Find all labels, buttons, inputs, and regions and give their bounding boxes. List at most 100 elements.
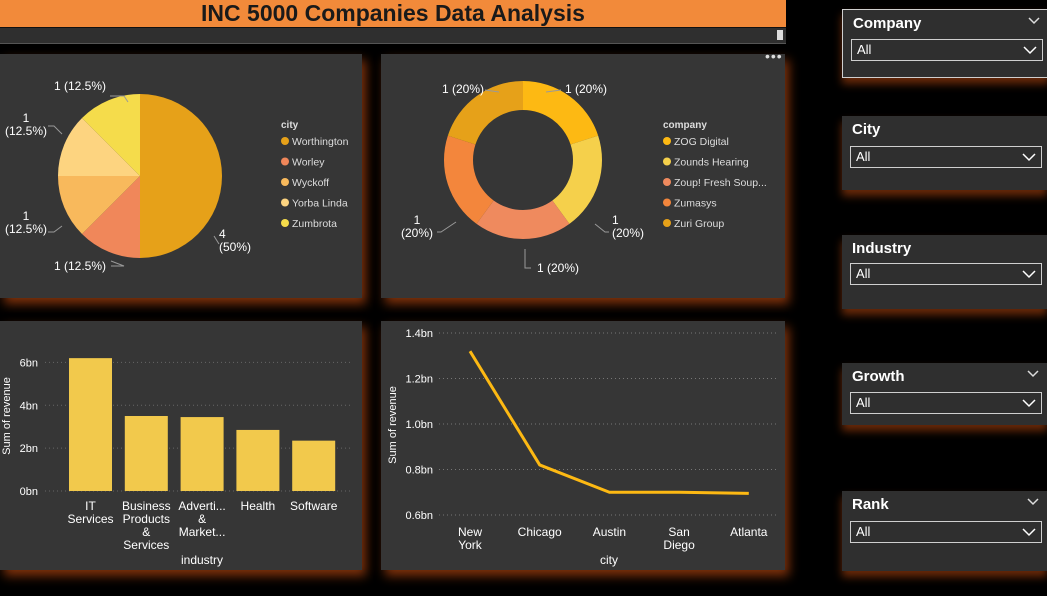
- legend-item: Zounds Hearing: [674, 157, 749, 169]
- slicer-dropdown[interactable]: All: [850, 146, 1042, 168]
- legend-title: city: [281, 120, 299, 131]
- dropdown-value: All: [856, 266, 871, 281]
- x-axis-title: industry: [181, 553, 223, 567]
- dropdown-value: All: [856, 524, 871, 539]
- x-tick-label: IT Services: [67, 499, 113, 526]
- more-options-icon[interactable]: •••: [765, 48, 783, 64]
- y-tick-label: 4bn: [20, 400, 38, 412]
- data-label-leader: [48, 125, 63, 135]
- city-pie-panel: 4 (50%) 1 (12.5%) 1 (12.5%) 1 (12.5%) 1 (12.5%)…: [0, 54, 362, 298]
- y-axis-title: Sum of revenue: [387, 386, 399, 464]
- x-tick-label: Health: [241, 499, 276, 513]
- x-tick-label: Business Products & Services: [122, 499, 171, 552]
- legend-marker: [663, 219, 671, 227]
- legend-marker: [663, 198, 671, 207]
- data-label: 1 (12.5%): [5, 209, 47, 236]
- chevron-down-icon[interactable]: [1027, 497, 1039, 507]
- y-tick-label: 0bn: [20, 486, 38, 498]
- legend-marker: [281, 137, 289, 145]
- legend-item: Zumbrota: [292, 218, 337, 230]
- series-line: [468, 350, 749, 495]
- slicer-rank: Rank All: [842, 491, 1047, 571]
- data-label: 1 (20%): [537, 261, 579, 275]
- slicer-title: Company: [853, 15, 922, 32]
- legend-item: Yorba Linda: [292, 198, 348, 210]
- industry-bar-panel: 0bn 2bn 4bn 6bn IT Services Business Products & S…: [0, 321, 362, 570]
- title-scrollbar[interactable]: [0, 27, 786, 44]
- company-donut-chart: 1 (20%) 1 (20%) 1 (20%) 1 (20%) 1 (20%) company…: [401, 81, 767, 275]
- dashboard-title-bar: INC 5000 Companies Data Analysis: [0, 0, 786, 27]
- chevron-down-icon[interactable]: [1022, 526, 1036, 538]
- legend-marker: [281, 219, 289, 227]
- legend-item: Zumasys: [674, 198, 717, 210]
- legend-marker: [281, 178, 289, 186]
- y-tick-label: 6bn: [20, 357, 38, 369]
- bar: [69, 358, 112, 491]
- x-tick-label: Adverti... & Market...: [178, 499, 225, 539]
- bar: [236, 429, 280, 491]
- data-label: 1 (20%): [612, 213, 644, 240]
- y-tick-label: 1.2bn: [405, 374, 433, 386]
- data-label: 1 (20%): [565, 82, 607, 96]
- data-label: 1 (12.5%): [54, 79, 106, 93]
- pie-slice: [552, 135, 602, 224]
- data-label: 1 (12.5%): [5, 111, 47, 138]
- legend-item: Wyckoff: [292, 177, 329, 189]
- slicer-dropdown[interactable]: All: [850, 521, 1042, 543]
- slicer-title: Rank: [852, 496, 889, 513]
- bar: [124, 416, 168, 491]
- chevron-down-icon[interactable]: [1022, 151, 1036, 163]
- x-axis-title: city: [600, 553, 618, 567]
- slicer-dropdown[interactable]: All: [850, 263, 1042, 285]
- slicer-dropdown[interactable]: All: [850, 392, 1042, 414]
- data-label-leader: [594, 223, 609, 233]
- chevron-down-icon[interactable]: [1023, 44, 1037, 56]
- slicer-title: City: [852, 121, 881, 138]
- chevron-down-icon[interactable]: [1022, 397, 1036, 409]
- data-label-leader: [437, 221, 457, 233]
- bar: [292, 440, 336, 491]
- y-axis-title: Sum of revenue: [1, 377, 13, 455]
- x-tick-label: San Diego: [663, 525, 695, 552]
- y-tick-label: 0.8bn: [405, 465, 433, 477]
- legend-item: Zoup! Fresh Soup...: [674, 177, 767, 189]
- legend-item: Worley: [292, 157, 325, 169]
- chevron-down-icon[interactable]: [1022, 268, 1036, 280]
- legend-marker: [663, 137, 671, 145]
- city-pie-chart: 4 (50%) 1 (12.5%) 1 (12.5%) 1 (12.5%) 1 (12.5%)…: [5, 79, 349, 273]
- city-line-panel: 0.6bn 0.8bn 1.0bn 1.2bn 1.4bn New York Chicago A…: [381, 321, 785, 570]
- y-tick-label: 1.0bn: [405, 419, 433, 431]
- legend-title: company: [663, 120, 707, 131]
- dropdown-value: All: [856, 149, 871, 164]
- x-tick-label: Atlanta: [730, 525, 768, 539]
- chevron-down-icon[interactable]: [1028, 16, 1040, 26]
- data-label: 1 (20%): [401, 213, 433, 240]
- data-label: 4 (50%): [219, 227, 251, 254]
- x-tick-label: Software: [290, 499, 338, 513]
- slicer-dropdown[interactable]: All: [851, 39, 1043, 61]
- industry-bar-chart: 0bn 2bn 4bn 6bn IT Services Business Products & S…: [1, 357, 350, 567]
- y-tick-label: 2bn: [20, 443, 38, 455]
- y-tick-label: 0.6bn: [405, 510, 433, 522]
- x-tick-label: Austin: [593, 525, 626, 539]
- city-line-chart: 0.6bn 0.8bn 1.0bn 1.2bn 1.4bn New York Chicago A…: [387, 328, 776, 567]
- dropdown-value: All: [856, 395, 871, 410]
- bar: [180, 417, 224, 491]
- pie-slice: [140, 94, 222, 258]
- chevron-down-icon[interactable]: [1027, 369, 1039, 379]
- slicer-growth: Growth All: [842, 363, 1047, 425]
- slicer-industry: Industry All: [842, 235, 1047, 309]
- slicer-title: Industry: [852, 240, 912, 257]
- data-label: 1 (20%): [442, 82, 484, 96]
- legend-item: Zuri Group: [674, 218, 724, 230]
- scrollbar-thumb[interactable]: [777, 30, 783, 40]
- slicer-city: City All: [842, 116, 1047, 190]
- pie-slice: [444, 135, 494, 224]
- data-label-leader: [110, 260, 125, 267]
- legend-marker: [663, 157, 671, 166]
- legend-marker: [281, 157, 289, 166]
- x-tick-label: Chicago: [518, 525, 562, 539]
- data-label: 1 (12.5%): [54, 259, 106, 273]
- dropdown-value: All: [857, 42, 872, 57]
- legend-marker: [281, 198, 289, 207]
